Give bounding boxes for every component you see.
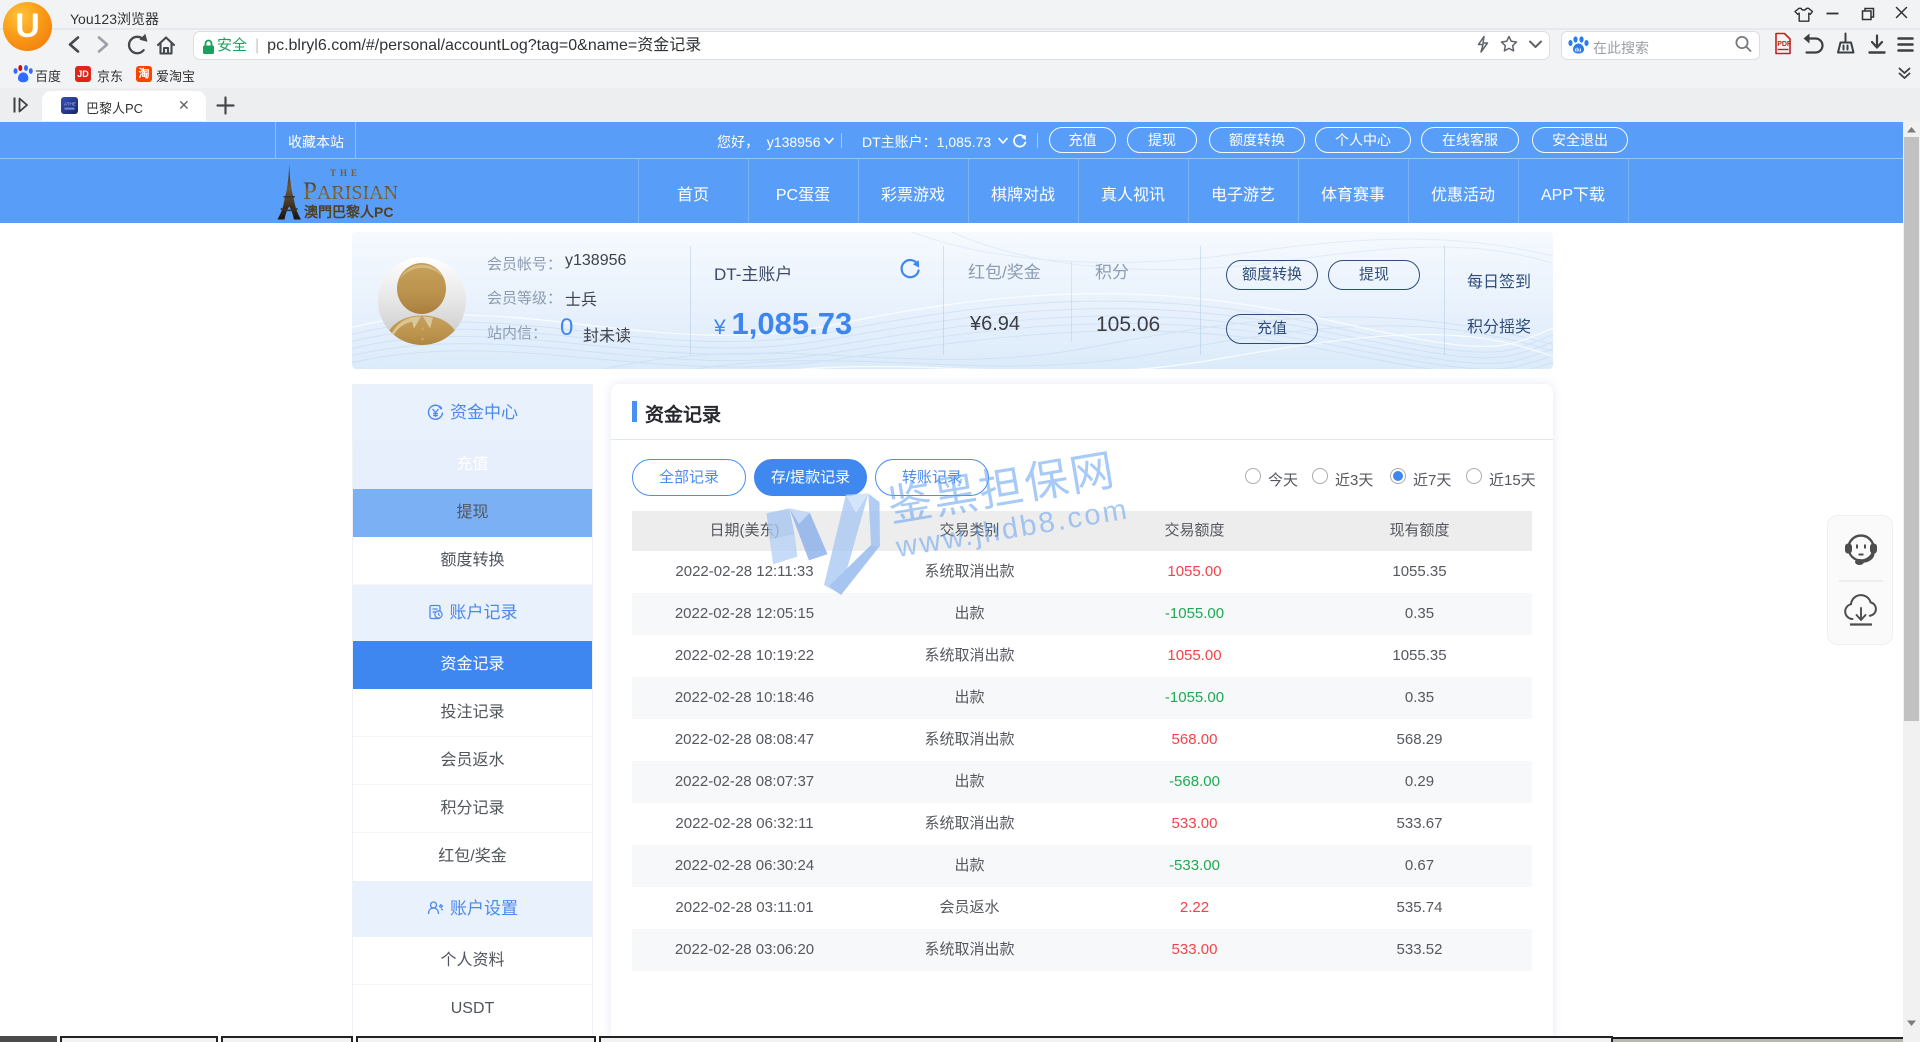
svg-text:THE: THE (330, 168, 361, 178)
svg-text:du: du (1575, 48, 1582, 54)
svg-text:澳門巴黎人PC: 澳門巴黎人PC (304, 204, 393, 220)
svg-text:PARISIAN: PARISIAN (303, 178, 398, 205)
svg-text:PDF: PDF (1777, 41, 1792, 48)
svg-text:ATHE: ATHE (64, 102, 76, 107)
